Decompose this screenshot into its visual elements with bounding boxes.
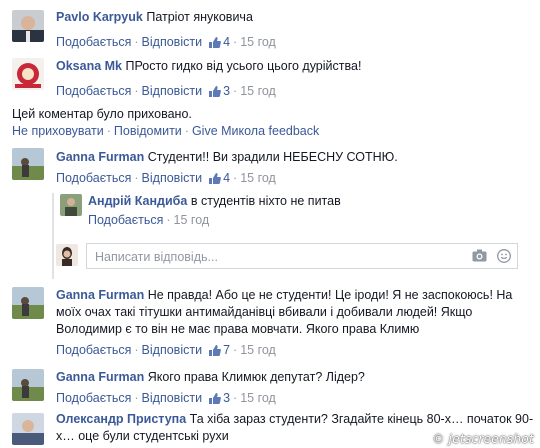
like-link[interactable]: Подобається xyxy=(56,35,131,49)
like-count[interactable]: 7 xyxy=(208,343,230,357)
comment-author[interactable]: Андрій Кандиба xyxy=(88,194,187,208)
comment-time[interactable]: 15 год xyxy=(240,171,276,185)
thumbs-up-icon xyxy=(208,85,221,103)
reply-link[interactable]: Відповісти xyxy=(142,171,203,185)
comment-author[interactable]: Ganna Furman xyxy=(56,288,144,302)
avatar[interactable] xyxy=(12,287,44,319)
reply-link[interactable]: Відповісти xyxy=(142,84,203,98)
like-link[interactable]: Подобається xyxy=(56,171,131,185)
comment-actions: Подобається · Відповісти 3 · 15 год xyxy=(56,83,534,103)
comment-actions: Подобається · Відповісти 3 · 15 год xyxy=(56,390,534,410)
reply-input[interactable] xyxy=(93,245,457,269)
camera-icon[interactable] xyxy=(472,249,487,266)
comment-text: Патріот януковича xyxy=(146,10,253,24)
thumbs-up-icon xyxy=(208,344,221,362)
comment-text: Якого права Климюк депутат? Лідер? xyxy=(147,370,365,384)
comment-author[interactable]: Ganna Furman xyxy=(56,370,144,384)
comment-time[interactable]: 15 год xyxy=(240,391,276,405)
avatar[interactable] xyxy=(12,369,44,401)
comment-text: ПРосто гидко від усього цього дурійства! xyxy=(125,59,362,73)
report-link[interactable]: Повідомити xyxy=(114,124,182,138)
reply-input-box xyxy=(86,243,518,269)
current-user-avatar xyxy=(56,244,78,266)
comment-actions: Подобається · Відповісти 7 · 15 год xyxy=(56,342,534,362)
avatar[interactable] xyxy=(60,194,82,216)
thumbs-up-icon xyxy=(208,392,221,410)
like-link[interactable]: Подобається xyxy=(56,391,131,405)
like-link[interactable]: Подобається xyxy=(88,213,163,227)
avatar[interactable] xyxy=(12,413,44,445)
hidden-comment-text: Цей коментар було приховано. xyxy=(12,107,192,121)
reply-link[interactable]: Відповісти xyxy=(142,343,203,357)
hidden-comment-notice: Цей коментар було приховано. Не приховув… xyxy=(12,107,320,138)
unhide-link[interactable]: Не приховувати xyxy=(12,124,104,138)
thumbs-up-icon xyxy=(208,36,221,54)
comment-actions: Подобається · Відповісти 4 · 15 год xyxy=(56,170,534,190)
thumbs-up-icon xyxy=(208,172,221,190)
like-count[interactable]: 3 xyxy=(208,391,230,405)
reply-link[interactable]: Відповісти xyxy=(142,391,203,405)
like-count[interactable]: 4 xyxy=(208,35,230,49)
avatar[interactable] xyxy=(12,148,44,180)
comment-author[interactable]: Oksana Mk xyxy=(56,59,122,73)
like-count[interactable]: 4 xyxy=(208,171,230,185)
comment-text: в студентів ніхто не питав xyxy=(190,194,341,208)
give-feedback-link[interactable]: Give Микола feedback xyxy=(192,124,319,138)
comment-time[interactable]: 15 год xyxy=(174,213,210,227)
comment-time[interactable]: 15 год xyxy=(240,35,276,49)
emoji-icon[interactable] xyxy=(497,249,511,266)
comment-actions: Подобається · Відповісти 4 · 15 год xyxy=(56,34,534,54)
comment-actions: Подобається · 15 год xyxy=(88,213,210,227)
reply-link[interactable]: Відповісти xyxy=(142,35,203,49)
comment-text: Студенти!! Ви зрадили НЕБЕСНУ СОТНЮ. xyxy=(147,150,398,164)
comment-time[interactable]: 15 год xyxy=(240,84,276,98)
like-link[interactable]: Подобається xyxy=(56,343,131,357)
like-link[interactable]: Подобається xyxy=(56,84,131,98)
comment-time[interactable]: 15 год xyxy=(240,343,276,357)
like-count[interactable]: 3 xyxy=(208,84,230,98)
avatar[interactable] xyxy=(12,10,44,42)
reply-thread-rail xyxy=(52,193,54,279)
comment-author[interactable]: Pavlo Karpyuk xyxy=(56,10,143,24)
watermark: © jetscreenshot xyxy=(432,432,534,446)
comment-author[interactable]: Олександр Приступа xyxy=(56,412,186,426)
comment-author[interactable]: Ganna Furman xyxy=(56,150,144,164)
avatar[interactable] xyxy=(12,58,44,90)
